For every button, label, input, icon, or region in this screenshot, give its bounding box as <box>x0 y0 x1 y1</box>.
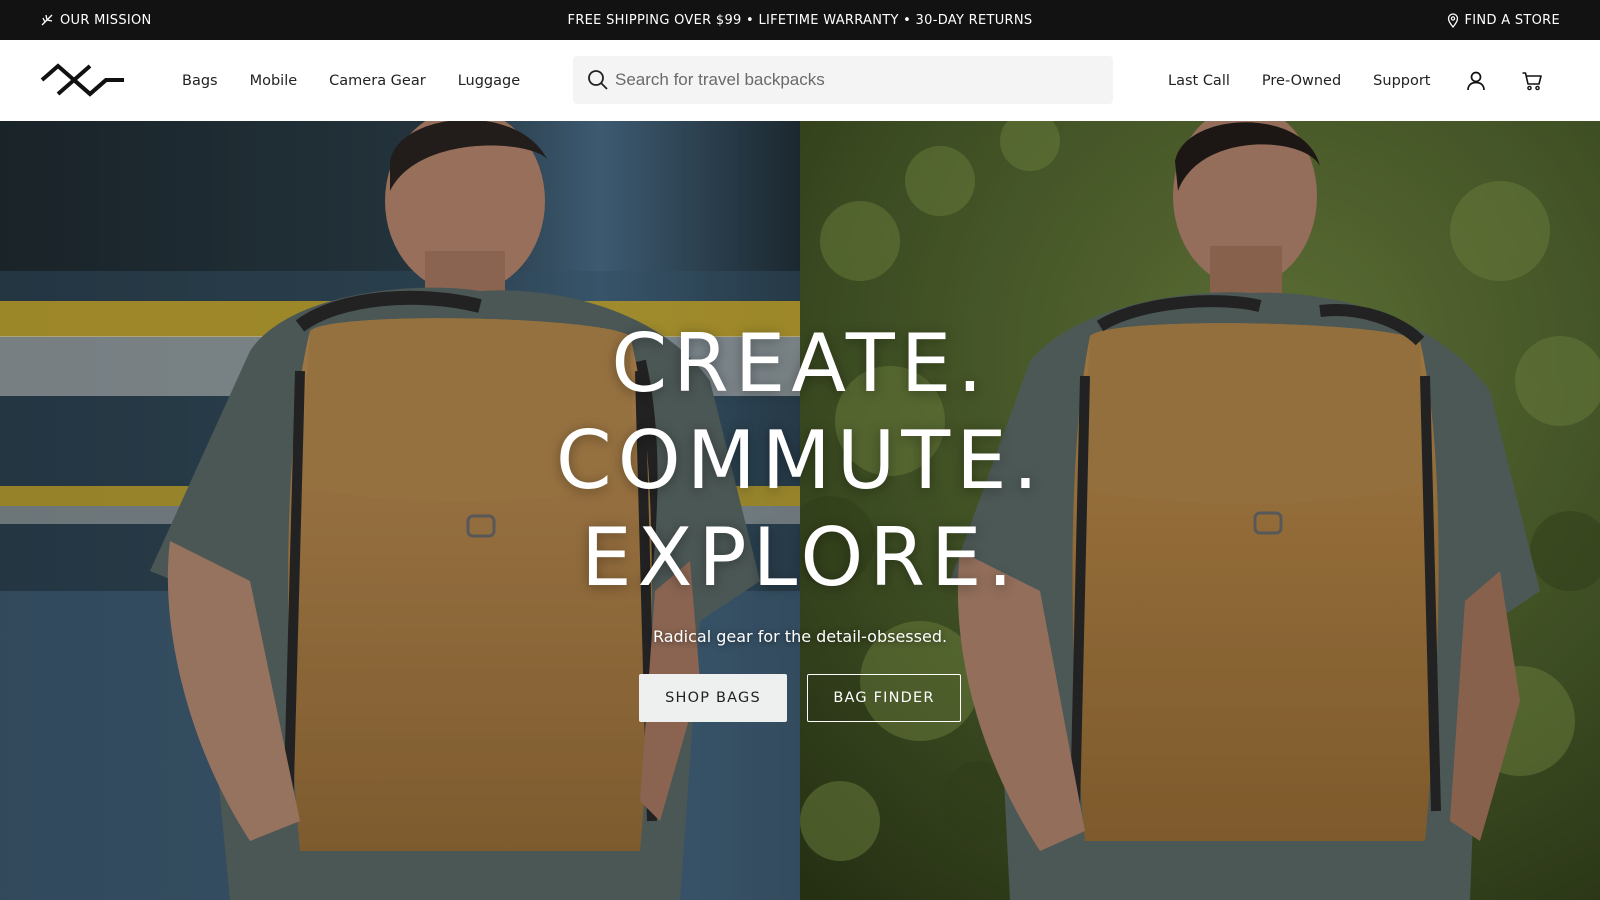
cart-button[interactable] <box>1519 68 1545 94</box>
nav-support[interactable]: Support <box>1373 73 1430 89</box>
primary-nav: Bags Mobile Camera Gear Luggage <box>182 40 520 121</box>
nav-luggage[interactable]: Luggage <box>458 73 520 89</box>
account-button[interactable] <box>1463 68 1489 94</box>
nav-pre-owned[interactable]: Pre-Owned <box>1262 73 1341 89</box>
secondary-nav: Last Call Pre-Owned Support <box>1168 40 1431 121</box>
bag-finder-button[interactable]: BAG FINDER <box>807 674 961 722</box>
shop-bags-button[interactable]: SHOP BAGS <box>639 674 787 722</box>
site-header: Bags Mobile Camera Gear Luggage Last Cal… <box>0 40 1600 121</box>
location-pin-icon <box>1447 12 1458 28</box>
hero-copy: CREATE. COMMUTE. EXPLORE. Radical gear f… <box>0 121 1600 900</box>
nav-mobile[interactable]: Mobile <box>250 73 298 89</box>
headline-line-3: EXPLORE. <box>581 511 1019 604</box>
headline-line-2: COMMUTE. <box>555 414 1045 507</box>
our-mission-label: OUR MISSION <box>60 12 152 28</box>
search-icon[interactable] <box>587 69 609 91</box>
announcement-bar: OUR MISSION FREE SHIPPING OVER $99 • LIF… <box>0 0 1600 40</box>
cart-icon <box>1522 72 1542 91</box>
nav-bags[interactable]: Bags <box>182 73 218 89</box>
headline-line-1: CREATE. <box>611 317 989 410</box>
our-mission-link[interactable]: OUR MISSION <box>40 13 152 28</box>
hero-banner: CREATE. COMMUTE. EXPLORE. Radical gear f… <box>0 121 1600 900</box>
brand-logo[interactable] <box>40 60 126 100</box>
search-input[interactable] <box>615 70 1095 90</box>
search-bar <box>573 56 1113 104</box>
shipping-promo-text: FREE SHIPPING OVER $99 • LIFETIME WARRAN… <box>567 12 1033 28</box>
find-a-store-label: FIND A STORE <box>1464 12 1560 28</box>
nav-camera-gear[interactable]: Camera Gear <box>329 73 426 89</box>
find-a-store-link[interactable]: FIND A STORE <box>1447 13 1560 28</box>
mission-icon <box>41 14 53 26</box>
account-icon <box>1467 71 1485 91</box>
nav-last-call[interactable]: Last Call <box>1168 73 1230 89</box>
hero-subhead: Radical gear for the detail-obsessed. <box>652 627 948 646</box>
